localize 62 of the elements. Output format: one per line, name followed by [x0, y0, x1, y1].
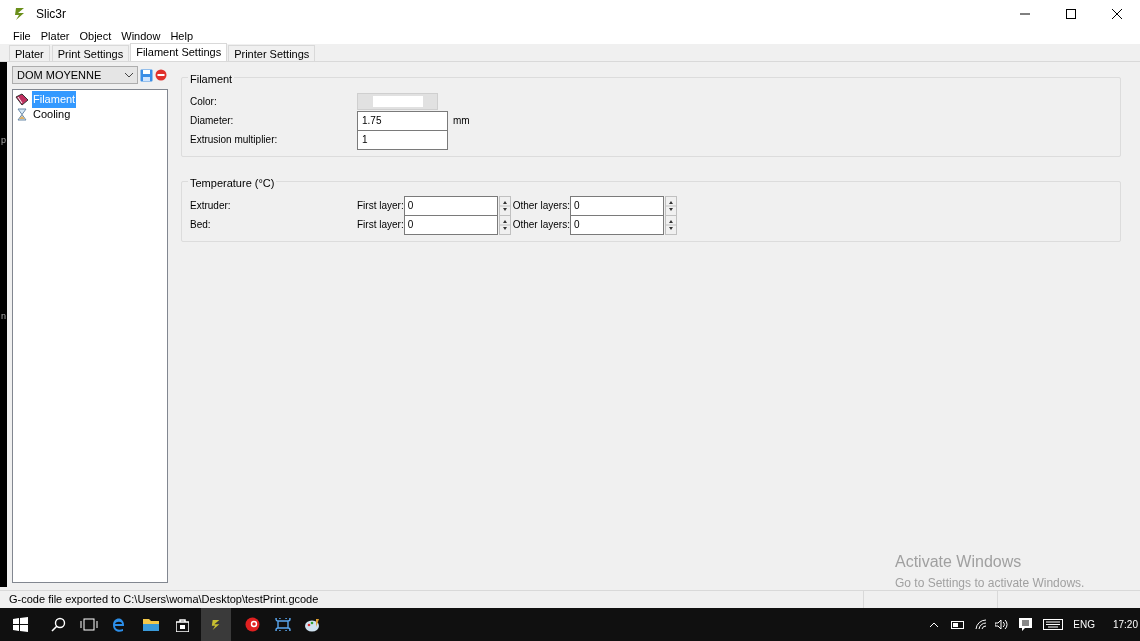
- preset-dropdown[interactable]: DOM MOYENNE: [12, 66, 138, 84]
- task-view-icon[interactable]: [80, 618, 98, 631]
- notice-text: Go to Settings to activate Windows.: [895, 575, 1085, 592]
- field-label: Other layers:: [512, 218, 570, 232]
- field-label: Diameter:: [190, 114, 235, 128]
- app-logo-icon: [14, 7, 26, 21]
- notification-icon[interactable]: [1019, 618, 1033, 631]
- notice-title: Activate Windows: [895, 552, 1023, 572]
- window-title: Slic3r: [36, 6, 66, 23]
- input-field[interactable]: 0: [403, 195, 498, 216]
- battery-icon[interactable]: [951, 620, 966, 629]
- input-field[interactable]: 1: [357, 129, 448, 150]
- spinner-control[interactable]: [498, 214, 511, 235]
- spinner-control[interactable]: [664, 195, 677, 216]
- menu-item[interactable]: File: [13, 27, 31, 45]
- input-field[interactable]: 0: [569, 195, 664, 216]
- language-indicator[interactable]: ENG: [1073, 617, 1095, 632]
- speaker-icon[interactable]: [995, 619, 1009, 630]
- tab[interactable]: Filament Settings: [130, 43, 228, 61]
- field-label: Extrusion multiplier:: [190, 133, 279, 147]
- edge-letter: p: [1, 134, 6, 147]
- unit-label: mm: [453, 114, 470, 128]
- folder-icon[interactable]: [143, 618, 159, 631]
- search-icon[interactable]: [51, 617, 66, 632]
- paint-palette-icon[interactable]: [305, 617, 320, 632]
- tab[interactable]: Printer Settings: [228, 45, 316, 61]
- close-icon: [1112, 9, 1122, 19]
- keyboard-icon[interactable]: [1043, 619, 1064, 630]
- caret-icon: [125, 72, 133, 78]
- menu-item[interactable]: Window: [121, 27, 161, 45]
- status-text: G-code file exported to C:\Users\woma\Desktop\testPrint.gcode: [8, 592, 320, 608]
- tree-item[interactable]: Cooling: [32, 106, 72, 123]
- wifi-icon[interactable]: [975, 619, 989, 630]
- spinner-control[interactable]: [664, 214, 677, 235]
- delete-icon[interactable]: [155, 69, 167, 81]
- tab[interactable]: Plater: [9, 45, 50, 61]
- tab[interactable]: Print Settings: [51, 45, 130, 61]
- hourglass-icon: [15, 108, 29, 121]
- color-swatch: [372, 96, 423, 107]
- field-label: First layer:: [357, 218, 404, 232]
- shopping-bag-icon[interactable]: [176, 617, 189, 632]
- edge-letter: n: [1, 310, 6, 323]
- input-field[interactable]: 0: [403, 214, 498, 235]
- menu-item[interactable]: Help: [170, 27, 194, 45]
- input-field[interactable]: 0: [569, 214, 664, 235]
- color-picker-button[interactable]: [357, 93, 438, 110]
- menu-item[interactable]: Plater: [40, 27, 70, 45]
- menu-item[interactable]: Object: [79, 27, 112, 45]
- maximize-icon: [1066, 9, 1076, 19]
- field-label: Color:: [190, 95, 218, 109]
- field-label: Bed:: [190, 218, 212, 232]
- field-label: First layer:: [357, 199, 404, 213]
- field-label: Extruder:: [190, 199, 232, 213]
- chevron-up-icon[interactable]: [929, 621, 940, 628]
- spinner-control[interactable]: [498, 195, 511, 216]
- windows-logo-icon[interactable]: [13, 617, 28, 632]
- input-field[interactable]: 1.75: [357, 110, 448, 131]
- browser-e-icon[interactable]: [112, 617, 126, 632]
- active-app-button[interactable]: [201, 608, 231, 641]
- field-label: Other layers:: [512, 199, 570, 213]
- clock-text[interactable]: 17:20: [1112, 617, 1138, 632]
- save-icon[interactable]: [140, 68, 153, 82]
